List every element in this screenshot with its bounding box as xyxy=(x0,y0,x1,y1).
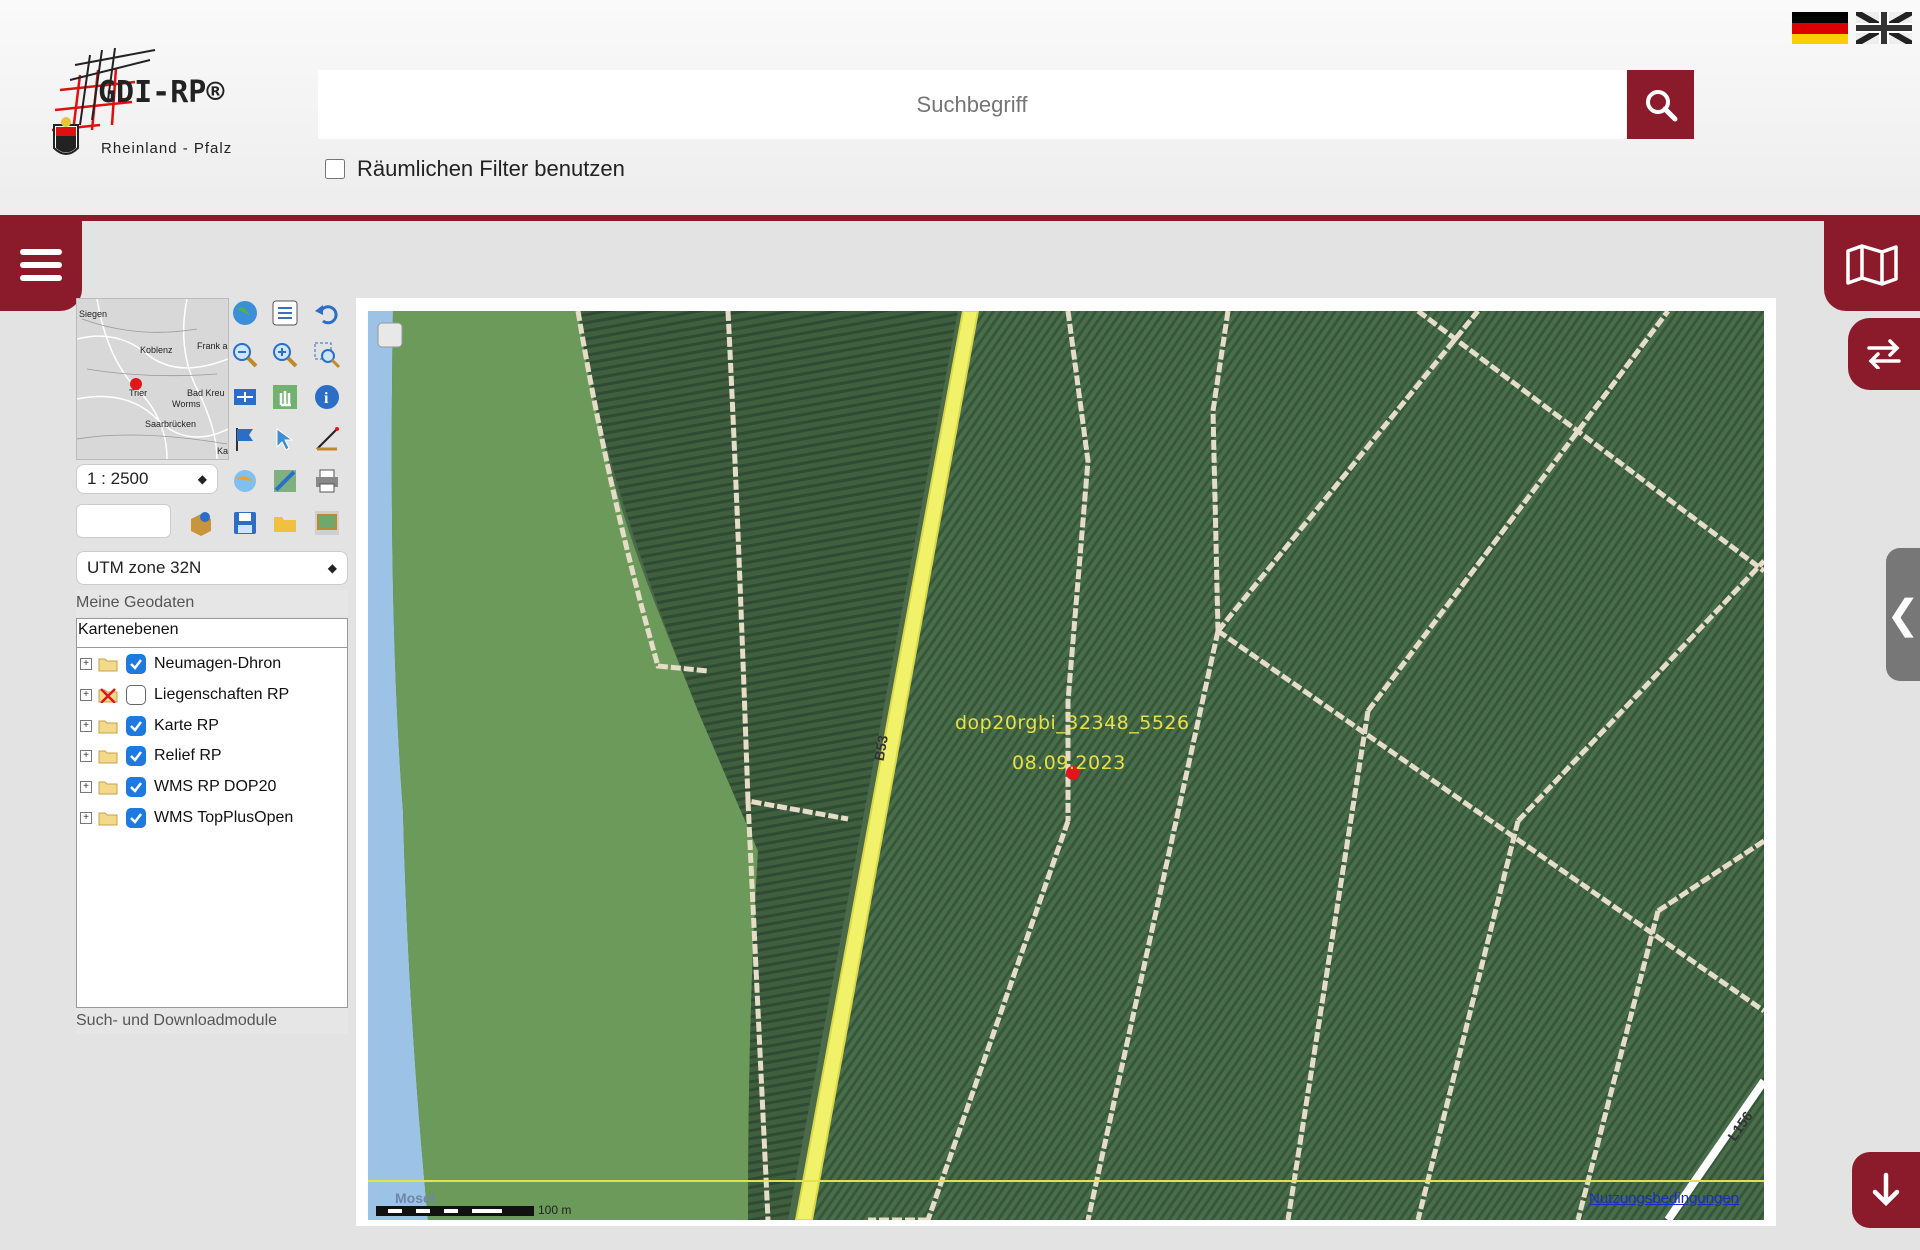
flag-de-icon[interactable] xyxy=(1792,12,1848,44)
my-geodata-header[interactable]: Meine Geodaten xyxy=(76,590,348,616)
overview-place: Siegen xyxy=(79,309,107,319)
scale-value: 1 : 2500 xyxy=(87,469,149,488)
flag-marker-icon[interactable] xyxy=(230,424,260,454)
chevron-left-icon: ❮ xyxy=(1886,592,1920,637)
layer-label[interactable]: Liegenschaften RP xyxy=(154,686,289,704)
folder-icon xyxy=(98,658,118,672)
spatial-filter[interactable]: Räumlichen Filter benutzen xyxy=(325,156,625,182)
layer-row: + Liegenschaften RP xyxy=(80,682,289,708)
overview-map[interactable]: Siegen Koblenz Frank am M Trier Bad Kreu… xyxy=(76,298,229,460)
tile-name-label: dop20rgbi_32348_5526 xyxy=(955,712,1190,734)
search-input[interactable] xyxy=(318,70,1626,139)
overview-place: Koblenz xyxy=(140,345,173,355)
layers-label: Kartenebenen xyxy=(78,621,179,638)
arrow-down-icon xyxy=(1872,1172,1900,1207)
swap-view-button[interactable] xyxy=(1848,318,1920,390)
layer-checkbox[interactable] xyxy=(126,808,146,828)
map-icon xyxy=(1846,244,1898,286)
layer-label[interactable]: Relief RP xyxy=(154,747,222,765)
folder-icon xyxy=(98,812,118,826)
zoom-in-icon[interactable] xyxy=(270,340,300,370)
overview-place: Ka xyxy=(217,446,228,456)
spatial-filter-checkbox[interactable] xyxy=(325,159,345,179)
expand-icon[interactable]: + xyxy=(80,658,92,670)
map-view-button[interactable] xyxy=(1824,219,1920,311)
print-icon[interactable] xyxy=(312,466,342,496)
hamburger-icon xyxy=(20,249,62,281)
pan-hand-icon[interactable] xyxy=(270,382,300,412)
logo-subtitle: Rheinland - Pfalz xyxy=(101,140,233,157)
save-icon[interactable] xyxy=(230,508,260,538)
overview-place: Saarbrücken xyxy=(145,419,196,429)
crs-select[interactable]: UTM zone 32N ◆ xyxy=(76,551,348,585)
layer-checkbox[interactable] xyxy=(126,685,146,705)
folder-icon xyxy=(98,750,118,764)
wms-globe-icon[interactable] xyxy=(230,466,260,496)
layer-row: + WMS RP DOP20 xyxy=(80,774,276,800)
overview-place: Bad Kreu xyxy=(187,388,225,398)
layer-label[interactable]: Karte RP xyxy=(154,717,219,735)
expand-icon[interactable]: + xyxy=(80,812,92,824)
scale-bar xyxy=(376,1206,534,1216)
expand-icon[interactable]: + xyxy=(80,750,92,762)
layer-checkbox[interactable] xyxy=(126,746,146,766)
open-folder-icon[interactable] xyxy=(270,508,300,538)
logo-title: GDI-RP® xyxy=(98,75,225,110)
package-icon[interactable] xyxy=(186,508,216,538)
search-button[interactable] xyxy=(1627,70,1694,139)
folder-icon xyxy=(98,720,118,734)
folder-icon xyxy=(98,781,118,795)
layer-checkbox[interactable] xyxy=(126,716,146,736)
collapse-panel-tab[interactable]: ❮ xyxy=(1886,548,1920,681)
coordinate-input[interactable] xyxy=(76,504,171,538)
swap-arrows-icon xyxy=(1867,339,1901,369)
expand-icon[interactable]: + xyxy=(80,781,92,793)
layer-label[interactable]: WMS TopPlusOpen xyxy=(154,809,293,827)
overview-place: Worms xyxy=(172,399,201,409)
chevron-updown-icon: ◆ xyxy=(197,472,207,486)
terms-of-use-link[interactable]: Nutzungsbedingungen xyxy=(1589,1190,1739,1207)
layer-label[interactable]: Neumagen-Dhron xyxy=(154,655,281,673)
overview-place: Frank am M xyxy=(197,341,228,351)
measure-icon[interactable] xyxy=(312,424,342,454)
river-label: Mosel xyxy=(395,1190,435,1206)
chevron-updown-icon: ◆ xyxy=(327,561,337,575)
layers-header[interactable]: Kartenebenen xyxy=(76,618,348,648)
select-cursor-icon[interactable] xyxy=(270,424,300,454)
svg-text:i: i xyxy=(324,390,329,407)
layer-checkbox[interactable] xyxy=(126,654,146,674)
zoom-out-icon[interactable] xyxy=(230,340,260,370)
expand-icon[interactable]: + xyxy=(80,720,92,732)
tile-date-label: 08.09.2023 xyxy=(1012,752,1126,774)
layer-checkbox[interactable] xyxy=(126,777,146,797)
flag-uk-icon[interactable] xyxy=(1856,12,1912,44)
search-download-label: Such- und Downloadmodule xyxy=(76,1012,278,1029)
globe-icon[interactable] xyxy=(230,298,260,328)
scale-bar-label: 100 m xyxy=(538,1203,572,1217)
spatial-filter-label: Räumlichen Filter benutzen xyxy=(357,156,625,181)
scroll-down-button[interactable] xyxy=(1852,1152,1920,1228)
overview-place: Trier xyxy=(129,388,147,398)
scale-select[interactable]: 1 : 2500 ◆ xyxy=(76,464,218,494)
layer-row: + Karte RP xyxy=(80,713,219,739)
expand-icon[interactable]: + xyxy=(80,689,92,701)
full-extent-icon[interactable] xyxy=(230,382,260,412)
map-tools-icon[interactable] xyxy=(270,466,300,496)
legend-list-icon[interactable] xyxy=(270,298,300,328)
crs-value: UTM zone 32N xyxy=(87,558,202,577)
image-export-icon[interactable] xyxy=(312,508,342,538)
undo-icon[interactable] xyxy=(312,298,342,328)
error-x-icon xyxy=(98,688,118,703)
my-geodata-label: Meine Geodaten xyxy=(76,594,195,611)
layer-row: + WMS TopPlusOpen xyxy=(80,805,293,831)
search-download-header[interactable]: Such- und Downloadmodule xyxy=(76,1008,348,1034)
main-menu-button[interactable] xyxy=(0,219,82,311)
zoom-box-icon[interactable] xyxy=(312,340,342,370)
language-switcher xyxy=(1792,12,1912,44)
layer-row: + Relief RP xyxy=(80,743,222,769)
layer-row: + Neumagen-Dhron xyxy=(80,651,281,677)
layer-label[interactable]: WMS RP DOP20 xyxy=(154,778,276,796)
search-icon xyxy=(1645,89,1677,121)
info-icon[interactable]: i xyxy=(312,382,342,412)
